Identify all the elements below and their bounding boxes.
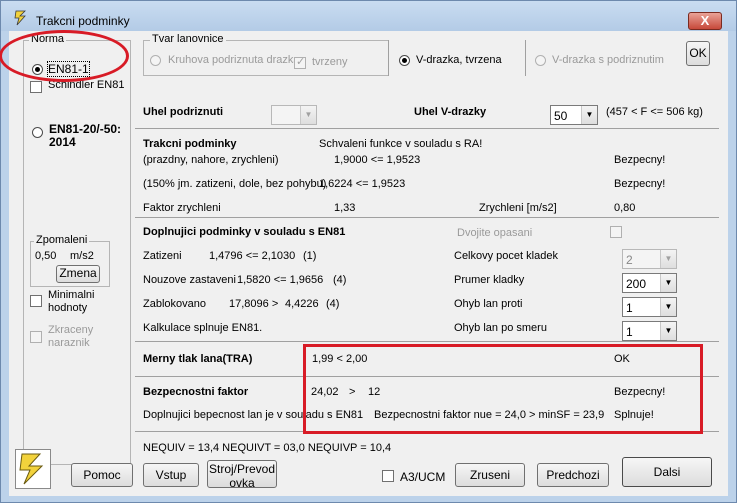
tvrzeny-label[interactable]: tvrzeny	[312, 56, 347, 68]
doplnujici-heading: Doplnujici podminky v souladu s EN81	[143, 226, 346, 238]
ohyb-proti-label: Ohyb lan proti	[454, 298, 523, 310]
tvar-lanovnice-title: Tvar lanovnice	[150, 33, 226, 45]
en81-20-radio[interactable]	[32, 127, 43, 138]
en81-20-label-line1[interactable]: EN81-20/-50:	[49, 122, 121, 136]
uhel-podriznuti-label: Uhel podriznuti	[143, 106, 224, 118]
zpomaleni-title: Zpomaleni	[34, 234, 90, 246]
trakcni-heading: Trakcni podminky	[143, 138, 237, 150]
dvojite-opasani-checkbox[interactable]	[610, 226, 622, 238]
zatizeni-value: 1,4796 <= 2,1030	[209, 250, 296, 262]
vdrazka-podriznutim-label[interactable]: V-drazka s podriznutim	[552, 54, 664, 66]
nouzove-value: 1,5820 <= 1,9656	[237, 274, 324, 286]
a3ucm-label[interactable]: A3/UCM	[400, 470, 445, 484]
celkovy-pocet-select[interactable]: 2 ▼	[622, 249, 677, 269]
tvar-divider-2	[525, 40, 526, 76]
dalsi-button[interactable]: Dalsi	[622, 457, 712, 487]
annotation-rectangle	[303, 344, 703, 434]
pomoc-button[interactable]: Pomoc	[71, 463, 133, 487]
minimalni-label-line2[interactable]: hodnoty	[48, 302, 87, 314]
zablokovano-ref: (4)	[326, 298, 340, 310]
trakcni-row2-value: 1,6224 <= 1,9523	[319, 178, 406, 190]
ohyb-smeru-select[interactable]: 1 ▼	[622, 321, 677, 341]
vdrazka-podriznutim-radio[interactable]	[535, 55, 546, 66]
kalkulace-text: Kalkulace splnuje EN81.	[143, 322, 263, 334]
dvojite-opasani-label: Dvojite opasani	[457, 227, 533, 239]
zpomaleni-unit: m/s2	[70, 250, 94, 262]
nouzove-label: Nouzove zastaveni	[143, 274, 236, 286]
kruhova-label[interactable]: Kruhova podriznuta drazka	[168, 54, 299, 66]
nequiv-text: NEQUIV = 13,4 NEQUIVT = 03,0 NEQUIVP = 1…	[143, 442, 392, 454]
minimalni-label-line1[interactable]: Minimalni	[48, 289, 94, 301]
tvar-ok-button[interactable]: OK	[686, 41, 710, 66]
zrychleni-value: 0,80	[614, 202, 636, 214]
bezpecnostni-label: Bezpecnostni faktor	[143, 386, 249, 398]
tvar-divider-1	[388, 40, 389, 76]
trakcni-podminky-window: Trakcni podminky X Norma Schindler EN81 …	[0, 0, 737, 503]
zpomaleni-value: 0,50	[35, 250, 57, 262]
lightning-logo-icon	[19, 453, 44, 485]
minimalni-checkbox[interactable]	[30, 295, 42, 307]
ohyb-proti-select[interactable]: 1 ▼	[622, 297, 677, 317]
zkraceny-checkbox[interactable]	[30, 331, 42, 343]
chevron-down-icon: ▼	[660, 322, 676, 340]
faktor-zrychleni-value: 1,33	[334, 202, 356, 214]
trakcni-row2-label: (150% jm. zatizeni, dole, bez pohybu)	[143, 178, 327, 190]
vdrazka-tvrzena-radio[interactable]	[399, 55, 410, 66]
faktor-zrychleni-label: Faktor zrychleni	[143, 202, 221, 214]
uhel-vdrazky-label: Uhel V-drazky	[414, 106, 487, 118]
divider-trakcni	[135, 217, 719, 218]
en81-20-label-line2[interactable]: 2014	[49, 135, 76, 149]
vdrazka-tvrzena-label[interactable]: V-drazka, tvrzena	[416, 54, 502, 66]
zablokovano-label: Zablokovano	[143, 298, 206, 310]
app-logo	[15, 449, 51, 489]
client-area: Norma Schindler EN81 EN81-1 EN81-20/-50:…	[0, 30, 728, 496]
stroj-prevodovka-button[interactable]: Stroj/Prevod ovka	[207, 460, 277, 490]
schindler-checkbox[interactable]	[30, 81, 42, 93]
divider-doplnujici	[135, 341, 719, 342]
ohyb-smeru-label: Ohyb lan po smeru	[454, 322, 547, 334]
zatizeni-label: Zatizeni	[143, 250, 182, 262]
zrychleni-label: Zrychleni [m/s2]	[479, 202, 557, 214]
zmena-button[interactable]: Zmena	[56, 265, 100, 283]
kruhova-radio[interactable]	[150, 55, 161, 66]
zatizeni-ref: (1)	[303, 250, 317, 262]
uhel-podriznuti-select[interactable]: ▼	[271, 105, 317, 125]
prumer-kladky-select[interactable]: 200 ▼	[622, 273, 677, 293]
zablokovano-value: 17,8096 >	[229, 298, 279, 310]
trakcni-row2-result: Bezpecny!	[614, 178, 666, 190]
chevron-down-icon: ▼	[300, 106, 316, 124]
zablokovano-value2: 4,4226	[285, 298, 319, 310]
predchozi-button[interactable]: Predchozi	[537, 463, 609, 487]
nouzove-ref: (4)	[333, 274, 347, 286]
celkovy-label: Celkovy pocet kladek	[454, 250, 558, 262]
tvrzeny-checkbox[interactable]	[294, 55, 306, 69]
app-lightning-icon	[14, 10, 26, 26]
annotation-circle	[0, 30, 129, 82]
chevron-down-icon: ▼	[581, 106, 597, 124]
vstup-button[interactable]: Vstup	[143, 463, 199, 487]
close-button[interactable]: X	[688, 12, 722, 30]
window-title: Trakcni podminky	[36, 14, 130, 28]
zruseni-button[interactable]: Zruseni	[455, 463, 525, 487]
trakcni-row1-label: (prazdny, nahore, zrychleni)	[143, 154, 279, 166]
zkraceny-label-line2[interactable]: naraznik	[48, 337, 90, 349]
chevron-down-icon: ▼	[660, 274, 676, 292]
divider-uhel	[135, 128, 719, 129]
uhel-vdrazky-select[interactable]: 50 ▼	[550, 105, 598, 125]
range-note: (457 < F <= 506 kg)	[606, 106, 703, 118]
close-icon: X	[700, 13, 710, 28]
trakcni-row1-value: 1,9000 <= 1,9523	[334, 154, 421, 166]
trakcni-row1-result: Bezpecny!	[614, 154, 666, 166]
a3ucm-checkbox[interactable]	[382, 470, 394, 482]
zkraceny-label-line1[interactable]: Zkraceny	[48, 324, 93, 336]
title-bar[interactable]: Trakcni podminky X	[1, 1, 736, 31]
merny-tlak-label: Merny tlak lana(TRA)	[143, 353, 253, 365]
prumer-label: Prumer kladky	[454, 274, 525, 286]
chevron-down-icon: ▼	[660, 298, 676, 316]
chevron-down-icon: ▼	[660, 250, 676, 268]
trakcni-status: Schvaleni funkce v souladu s RA!	[319, 138, 483, 150]
